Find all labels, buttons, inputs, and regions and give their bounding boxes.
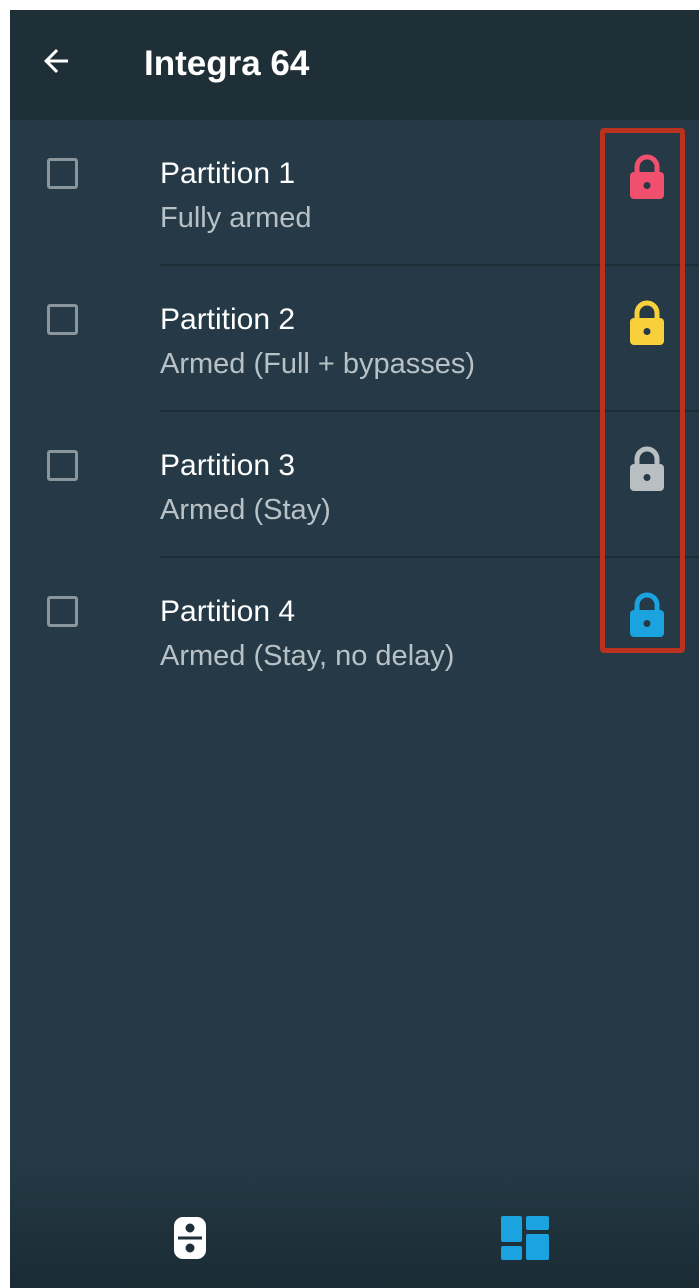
partition-name: Partition 1: [160, 157, 296, 190]
partition-status: Armed (Stay): [160, 494, 331, 526]
dashboard-grid-icon: [501, 1216, 549, 1260]
lock-icon: [630, 592, 664, 637]
lock-icon: [630, 154, 664, 199]
partition-row[interactable]: Partition 3 Armed (Stay): [10, 412, 699, 558]
app-bar: Integra 64: [10, 10, 699, 120]
partition-checkbox[interactable]: [47, 596, 78, 627]
partition-checkbox[interactable]: [47, 158, 78, 189]
partition-status: Fully armed: [160, 202, 312, 234]
partition-row[interactable]: Partition 1 Fully armed: [10, 120, 699, 266]
partition-status: Armed (Full + bypasses): [160, 348, 476, 380]
bottom-nav: [10, 1178, 699, 1288]
partition-status: Armed (Stay, no delay): [160, 640, 455, 672]
partition-name: Partition 3: [160, 449, 296, 482]
keypad-icon: [174, 1217, 206, 1259]
lock-icon: [630, 300, 664, 345]
page-title: Integra 64: [144, 44, 310, 83]
partition-row[interactable]: Partition 2 Armed (Full + bypasses): [10, 266, 699, 412]
app-screen: Integra 64 Partition 1 Fully armed Parti…: [10, 10, 699, 1288]
arrow-left-icon: [44, 49, 68, 73]
back-button[interactable]: [30, 35, 82, 87]
nav-keypad-button[interactable]: [160, 1208, 220, 1268]
partition-checkbox[interactable]: [47, 450, 78, 481]
lock-icon: [630, 446, 664, 491]
nav-dashboard-button[interactable]: [495, 1208, 555, 1268]
partition-name: Partition 2: [160, 303, 296, 336]
partition-name: Partition 4: [160, 595, 296, 628]
partition-row[interactable]: Partition 4 Armed (Stay, no delay): [10, 558, 699, 704]
partition-checkbox[interactable]: [47, 304, 78, 335]
